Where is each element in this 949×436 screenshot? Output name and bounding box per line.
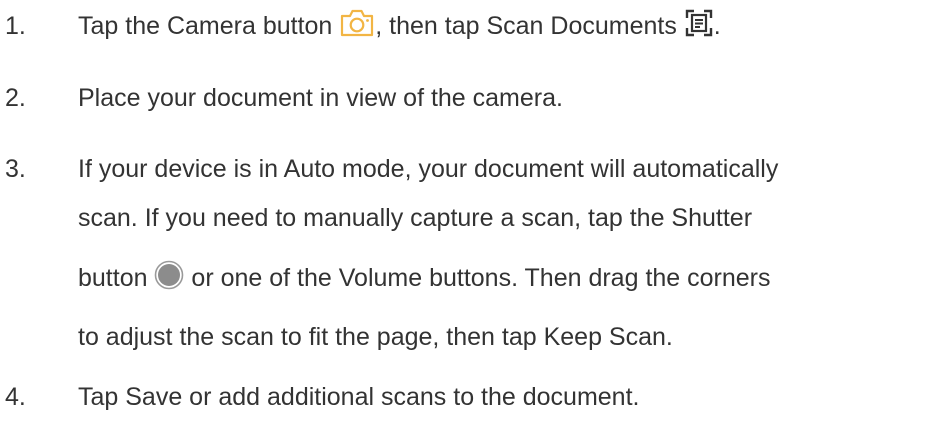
step-3-line-3-start: button: [78, 264, 148, 292]
step-3-line-3: button or one of the Volume buttons. The…: [78, 243, 948, 313]
step-3-line-4: to adjust the scan to fit the page, then…: [78, 323, 673, 351]
instruction-list: 1. Tap the Camera button , then tap Scan…: [0, 0, 949, 436]
step-3-line-1: If your device is in Auto mode, your doc…: [78, 155, 779, 183]
step-number: 4.: [5, 383, 26, 411]
step-text: Place your document in view of the camer…: [78, 74, 948, 123]
step-4-text: Tap Save or add additional scans to the …: [78, 383, 640, 411]
step-3-line-3-end: or one of the Volume buttons. Then drag …: [191, 264, 771, 292]
camera-icon: [339, 8, 375, 38]
step-1-text-end: .: [713, 12, 721, 40]
step-3-line-2: scan. If you need to manually capture a …: [78, 204, 753, 232]
step-1-text-middle: , then tap Scan Documents: [375, 12, 677, 40]
scan-documents-icon: [684, 8, 714, 38]
step-2-text: Place your document in view of the camer…: [78, 84, 563, 112]
step-text: If your device is in Auto mode, your doc…: [78, 145, 948, 362]
step-number: 1.: [5, 12, 26, 40]
step-1-text-start: Tap the Camera button: [78, 12, 333, 40]
step-text: Tap the Camera button , then tap Scan Do…: [78, 2, 948, 51]
step-number: 3.: [5, 155, 26, 183]
step-number: 2.: [5, 84, 26, 112]
shutter-button-icon: [154, 260, 184, 290]
step-text: Tap Save or add additional scans to the …: [78, 373, 948, 422]
